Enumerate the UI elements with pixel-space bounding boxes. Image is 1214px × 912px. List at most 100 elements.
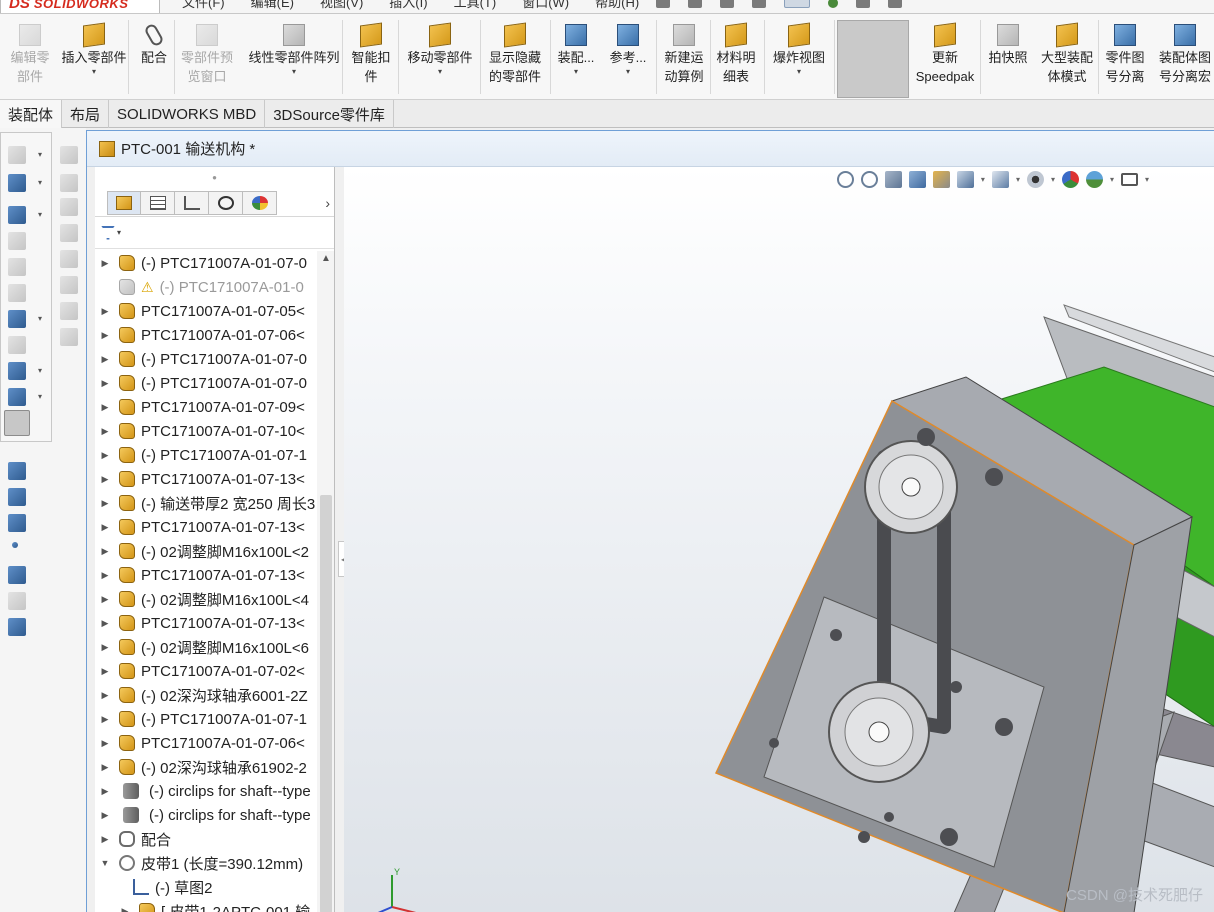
tree-item[interactable]: ▶ PTC171007A-01-07-13< (95, 467, 317, 491)
more-tabs-chevron-icon[interactable]: › (325, 195, 330, 211)
tree-item[interactable]: ▶ PTC171007A-01-07-13< (95, 563, 317, 587)
mirror-icon[interactable] (8, 232, 26, 250)
tree-item[interactable]: (-) 草图2 (95, 875, 317, 899)
menu-item[interactable]: 视图(V) (320, 0, 363, 11)
quick-open-icon[interactable] (688, 0, 702, 8)
expand-arrow-icon[interactable]: ▶ (95, 714, 115, 725)
tool-dropdown-arrow-icon[interactable]: ▾ (38, 210, 42, 219)
tree-scroll-thumb[interactable] (320, 495, 332, 912)
surface-finish-icon[interactable] (60, 224, 78, 242)
tree-item[interactable]: ▶ PTC171007A-01-07-05< (95, 299, 317, 323)
ribbon-button-motion-study[interactable]: 新建运 动算例 (660, 14, 708, 100)
expand-arrow-icon[interactable]: ▶ (95, 690, 115, 701)
tab-2[interactable]: SOLIDWORKS MBD (109, 100, 266, 128)
scroll-up-icon[interactable]: ▲ (321, 253, 331, 264)
expand-arrow-icon[interactable]: ▶ (95, 762, 115, 773)
ribbon-button-move-component[interactable]: 移动零部件 ▾ (402, 14, 478, 100)
curve-icon[interactable] (8, 388, 26, 406)
quick-print-icon[interactable] (752, 0, 766, 8)
weld-symbol-icon[interactable] (60, 250, 78, 268)
tree-item[interactable]: ▶ PTC171007A-01-07-02< (95, 659, 317, 683)
options-gear-icon[interactable] (888, 0, 902, 8)
balloon-icon[interactable] (60, 198, 78, 216)
tree-item[interactable]: ▶ (-) PTC171007A-01-07-0 (95, 251, 317, 275)
ribbon-button-large-assembly[interactable]: 大型装配 体模式 (1038, 14, 1096, 100)
expand-arrow-icon[interactable]: ▶ (95, 426, 115, 437)
tree-item[interactable]: ▶ (-) 输送带厚2 宽250 周长3 (95, 491, 317, 515)
bounding-box-icon[interactable] (8, 618, 26, 636)
tab-1[interactable]: 布局 (62, 100, 110, 128)
graphics-area[interactable]: ▾ ▾ ▾ ▾ ▾ Y CSDN @技术死肥仔 (344, 167, 1214, 912)
expand-arrow-icon[interactable]: ▶ (95, 378, 115, 389)
tree-item[interactable]: ▶ 配合 (95, 827, 317, 851)
expand-arrow-icon[interactable]: ▶ (95, 402, 115, 413)
annotation-icon[interactable] (60, 146, 78, 164)
menu-item[interactable]: 帮助(H) (595, 0, 639, 11)
tool-dropdown-arrow-icon[interactable]: ▾ (38, 366, 42, 375)
coordinate-system-icon[interactable] (8, 514, 26, 532)
expand-arrow-icon[interactable]: ▶ (95, 834, 115, 845)
ribbon-button-snapshot[interactable]: 拍快照 (986, 14, 1030, 100)
dropdown-arrow-icon[interactable]: ▾ (292, 67, 296, 77)
expand-arrow-icon[interactable]: ▶ (95, 786, 115, 797)
expand-arrow-icon[interactable]: ▶ (95, 474, 115, 485)
tab-3[interactable]: 3DSource零件库 (265, 100, 394, 128)
tree-item[interactable]: ▶ (-) circlips for shaft--type (95, 803, 317, 827)
assembly-color-icon[interactable] (8, 310, 26, 328)
tree-item[interactable]: ▶ (-) 02调整脚M16x100L<6 (95, 635, 317, 659)
gtol-icon[interactable] (60, 302, 78, 320)
mate-reference-icon[interactable] (8, 566, 26, 584)
ribbon-button-part-number-split[interactable]: 零件图 号分离 (1102, 14, 1148, 100)
expand-arrow-icon[interactable]: ▶ (95, 546, 115, 557)
note-icon[interactable] (60, 174, 78, 192)
propertymanager-tab[interactable] (141, 190, 175, 215)
ribbon-button-insert-component[interactable]: 插入零部件 ▾ (58, 14, 130, 100)
ribbon-button-component-preview[interactable]: 零部件预 览窗口 (176, 14, 238, 100)
ribbon-button-smart-fastener[interactable]: 智能扣件 (346, 14, 396, 100)
menu-item[interactable]: 文件(F) (182, 0, 225, 11)
ribbon-button-bom[interactable]: 材料明 细表 (714, 14, 758, 100)
pattern-icon[interactable] (8, 258, 26, 276)
tree-item[interactable]: ▶ (-) 02调整脚M16x100L<2 (95, 539, 317, 563)
tool-dropdown-arrow-icon[interactable]: ▾ (38, 314, 42, 323)
dropdown-arrow-icon[interactable]: ▾ (438, 67, 442, 77)
interference-icon[interactable] (8, 362, 26, 380)
menu-item[interactable]: 工具(T) (454, 0, 497, 11)
point-icon[interactable] (12, 542, 18, 548)
expand-arrow-icon[interactable]: ▶ (95, 258, 115, 269)
stack-balloon-icon[interactable] (60, 328, 78, 346)
tree-item[interactable]: ▼ 皮带1 (长度=390.12mm) (95, 851, 317, 875)
expand-arrow-icon[interactable]: ▶ (95, 810, 115, 821)
quick-save-icon[interactable] (720, 0, 734, 8)
dropdown-arrow-icon[interactable]: ▾ (626, 67, 630, 77)
configurationmanager-tab[interactable] (175, 190, 209, 215)
dropdown-arrow-icon[interactable]: ▾ (797, 67, 801, 77)
collapse-arrow-icon[interactable]: ▼ (95, 858, 115, 868)
tool-dropdown-arrow-icon[interactable]: ▾ (38, 178, 42, 187)
expand-arrow-icon[interactable]: ▶ (95, 354, 115, 365)
instant3d-toggle-icon[interactable] (4, 410, 30, 436)
dropdown-arrow-icon[interactable]: ▾ (574, 67, 578, 77)
menu-item[interactable]: 窗口(W) (522, 0, 569, 11)
expand-arrow-icon[interactable]: ▶ (95, 594, 115, 605)
expand-arrow-icon[interactable]: ▶ (95, 618, 115, 629)
tree-item[interactable]: ▶ PTC171007A-01-07-06< (95, 323, 317, 347)
new-part-icon[interactable] (8, 174, 26, 192)
select-pointer-icon[interactable] (784, 0, 810, 8)
hide-icon[interactable] (8, 284, 26, 302)
tree-item[interactable]: ▶ (-) circlips for shaft--type (95, 779, 317, 803)
featuremanager-tab[interactable] (107, 190, 141, 215)
tree-scrollbar[interactable]: ▲ (317, 251, 334, 912)
rebuild-icon[interactable] (828, 0, 838, 8)
plane-icon[interactable] (8, 462, 26, 480)
expand-arrow-icon[interactable]: ▶ (95, 738, 115, 749)
expand-arrow-icon[interactable]: ▶ (95, 666, 115, 677)
explode-line-icon[interactable] (8, 336, 26, 354)
datum-icon[interactable] (60, 276, 78, 294)
ribbon-button-reference-geometry[interactable]: 参考... ▾ (608, 14, 648, 100)
tree-item[interactable]: ▶ PTC171007A-01-07-09< (95, 395, 317, 419)
tree-item[interactable]: ▶ PTC171007A-01-07-10< (95, 419, 317, 443)
menu-item[interactable]: 编辑(E) (251, 0, 294, 11)
expand-arrow-icon[interactable]: ▶ (95, 570, 115, 581)
model-viewport[interactable] (344, 167, 1214, 912)
